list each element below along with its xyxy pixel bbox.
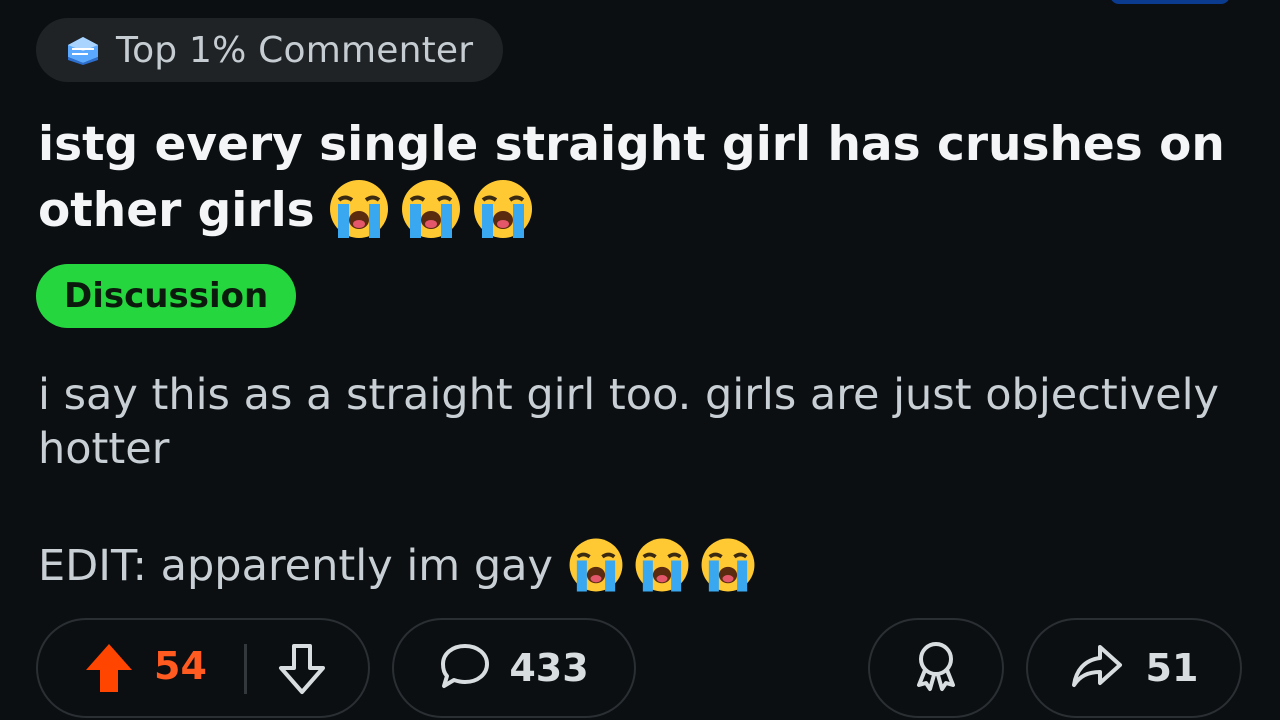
loudly-crying-face-emoji (325, 178, 393, 240)
vote-control: 54 (36, 618, 370, 718)
commenter-badge-icon (64, 35, 102, 65)
post-view: Top 1% Commenter istg every single strai… (0, 0, 1280, 720)
upvote-arrow-icon[interactable] (84, 642, 134, 694)
speech-bubble-icon (439, 642, 491, 694)
share-arrow-icon (1070, 643, 1124, 693)
flair-label: Top 1% Commenter (116, 29, 474, 71)
post-title-text: istg every single straight girl has crus… (38, 117, 1225, 238)
title-emoji-group (325, 178, 537, 240)
post-flair-tag-label: Discussion (64, 276, 269, 316)
downvote-arrow-icon[interactable] (276, 642, 328, 696)
comments-button[interactable]: 433 (392, 618, 636, 718)
post-title: istg every single straight girl has crus… (38, 112, 1238, 244)
share-button[interactable]: 51 (1026, 618, 1242, 718)
award-ribbon-icon (911, 639, 961, 697)
upvote-count: 54 (154, 644, 207, 688)
loudly-crying-face-emoji (697, 536, 759, 594)
award-button[interactable] (868, 618, 1004, 718)
loudly-crying-face-emoji (397, 178, 465, 240)
comment-count: 433 (509, 646, 589, 690)
share-count: 51 (1145, 646, 1199, 690)
post-body: i say this as a straight girl too. girls… (38, 370, 1219, 474)
loudly-crying-face-emoji (631, 536, 693, 594)
post-flair-tag[interactable]: Discussion (36, 264, 297, 328)
post-edit-text: EDIT: apparently im gay (38, 541, 553, 591)
post-edit-line: EDIT: apparently im gay (38, 536, 1238, 596)
loudly-crying-face-emoji (565, 536, 627, 594)
edit-emoji-group (565, 536, 759, 594)
user-flair-badge: Top 1% Commenter (36, 18, 504, 82)
post-action-bar: 54 433 51 (0, 618, 1280, 720)
loudly-crying-face-emoji (469, 178, 537, 240)
vote-divider (244, 644, 247, 694)
join-button-edge[interactable] (1110, 0, 1230, 4)
